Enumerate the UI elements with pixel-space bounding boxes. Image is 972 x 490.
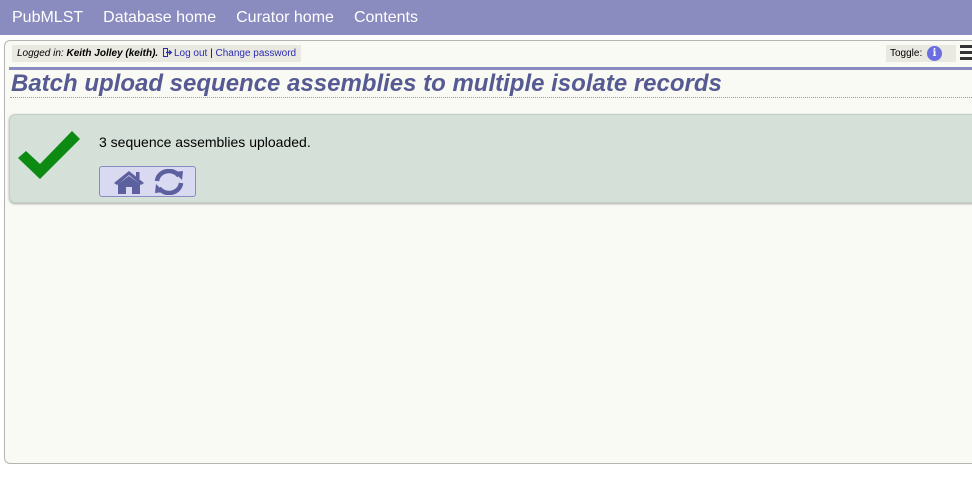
toggle-label: Toggle: [890, 48, 923, 59]
page-title: Batch upload sequence assemblies to mult… [10, 70, 972, 98]
change-password-link[interactable]: Change password [216, 48, 297, 59]
logged-in-user: Keith Jolley (keith). [66, 48, 159, 59]
upload-result-message: 3 sequence assemblies uploaded. [99, 134, 311, 150]
hamburger-menu-icon[interactable] [960, 45, 972, 61]
nav-contents[interactable]: Contents [354, 9, 418, 27]
nav-pubmlst[interactable]: PubMLST [12, 9, 83, 27]
action-buttons [99, 166, 196, 197]
login-prefix: Logged in: [17, 48, 67, 59]
top-navigation-bar: PubMLST Database home Curator home Conte… [0, 0, 972, 35]
main-content-panel: Logged in: Keith Jolley (keith). Log out… [4, 40, 972, 464]
info-circle-icon[interactable]: i [927, 46, 942, 61]
login-separator: | [207, 48, 216, 59]
toggle-bar: Toggle: i [886, 45, 956, 62]
refresh-icon[interactable] [152, 169, 186, 195]
sign-out-icon[interactable] [162, 48, 173, 57]
logout-link[interactable]: Log out [174, 48, 207, 59]
nav-curator-home[interactable]: Curator home [236, 9, 334, 27]
home-icon[interactable] [112, 169, 146, 195]
login-status-bar: Logged in: Keith Jolley (keith). Log out… [12, 45, 302, 62]
login-info: Logged in: Keith Jolley (keith). [17, 48, 158, 59]
check-icon [18, 131, 80, 179]
success-message-box: 3 sequence assemblies uploaded. [9, 114, 972, 203]
nav-database-home[interactable]: Database home [103, 9, 216, 27]
